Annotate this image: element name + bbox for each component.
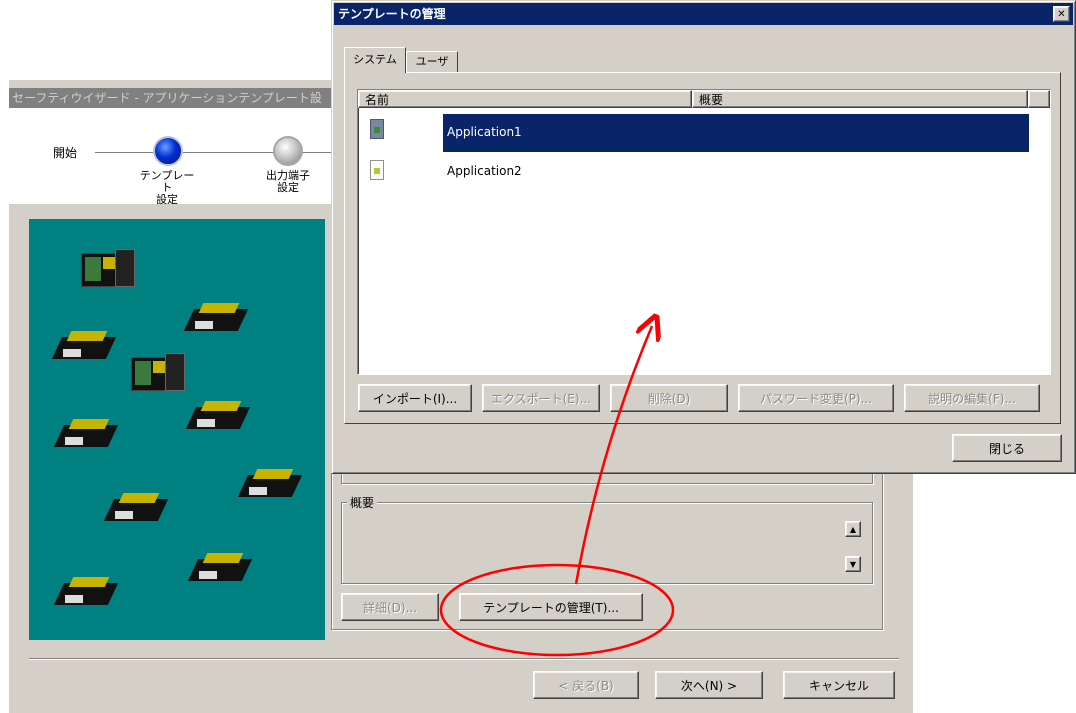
tab-user[interactable]: ユーザ <box>406 51 458 73</box>
summary-scroll-up-button[interactable]: ▲ <box>845 521 861 537</box>
dialog-close-x-button[interactable]: ✕ <box>1053 6 1070 22</box>
io-unit-icon <box>187 549 253 581</box>
list-item[interactable]: Application2 <box>358 156 1050 186</box>
wizard-title: セーフティウイザード - アプリケーションテンプレート設 <box>12 91 322 105</box>
import-button[interactable]: インポート(I)... <box>358 384 472 412</box>
column-header-filler <box>1028 90 1050 108</box>
step-start-label: 開始 <box>53 146 78 160</box>
template-file-icon <box>370 119 384 139</box>
step-template-indicator-icon <box>153 136 183 166</box>
next-button[interactable]: 次へ(N) > <box>655 671 763 699</box>
io-unit-icon <box>237 465 303 497</box>
export-button[interactable]: エクスポート(E)... <box>482 384 600 412</box>
safety-controller-icon <box>131 353 185 391</box>
dialog-close-button[interactable]: 閉じる <box>952 434 1062 462</box>
details-button[interactable]: 詳細(D)... <box>341 593 439 621</box>
summary-scroll-down-button[interactable]: ▼ <box>845 556 861 572</box>
list-item-selection <box>443 114 1029 152</box>
io-unit-icon <box>53 415 119 447</box>
io-unit-icon <box>183 299 249 331</box>
step-output-label: 出力端子 設定 <box>266 169 310 194</box>
back-button[interactable]: < 戻る(B) <box>533 671 639 699</box>
change-password-button[interactable]: パスワード変更(P)... <box>738 384 894 412</box>
edit-description-button[interactable]: 説明の編集(F)... <box>904 384 1040 412</box>
template-list[interactable]: 名前 概要 Application1 Application2 <box>357 89 1051 375</box>
io-unit-icon <box>103 489 169 521</box>
manage-templates-button[interactable]: テンプレートの管理(T)... <box>459 593 643 621</box>
wizard-bottom-separator <box>29 658 899 660</box>
cancel-button[interactable]: キャンセル <box>783 671 895 699</box>
list-item-name: Application1 <box>447 125 522 139</box>
dialog-titlebar: テンプレートの管理 <box>334 3 1073 25</box>
application-canvas <box>29 219 325 640</box>
delete-button[interactable]: 削除(D) <box>610 384 728 412</box>
list-header-row: 名前 概要 <box>358 90 1050 108</box>
list-item[interactable]: Application1 <box>358 114 1050 152</box>
column-header-summary[interactable]: 概要 <box>692 90 1028 108</box>
list-item-name: Application2 <box>447 164 522 178</box>
column-header-name[interactable]: 名前 <box>358 90 692 108</box>
io-unit-icon <box>51 327 117 359</box>
io-unit-icon <box>53 573 119 605</box>
template-manager-dialog: テンプレートの管理 ✕ システム ユーザ 名前 概要 Application1 … <box>331 0 1076 474</box>
template-file-icon <box>370 160 384 180</box>
summary-label: 概要 <box>347 494 378 511</box>
io-unit-icon <box>185 397 251 429</box>
step-template-label: テンプレート 設定 <box>139 169 195 206</box>
wizard-titlebar: セーフティウイザード - アプリケーションテンプレート設 <box>9 88 331 108</box>
dialog-title: テンプレートの管理 <box>338 7 446 21</box>
summary-group-box <box>341 502 873 584</box>
safety-controller-icon <box>81 249 135 287</box>
tab-system[interactable]: システム <box>344 47 406 73</box>
step-output-indicator-icon <box>273 136 303 166</box>
